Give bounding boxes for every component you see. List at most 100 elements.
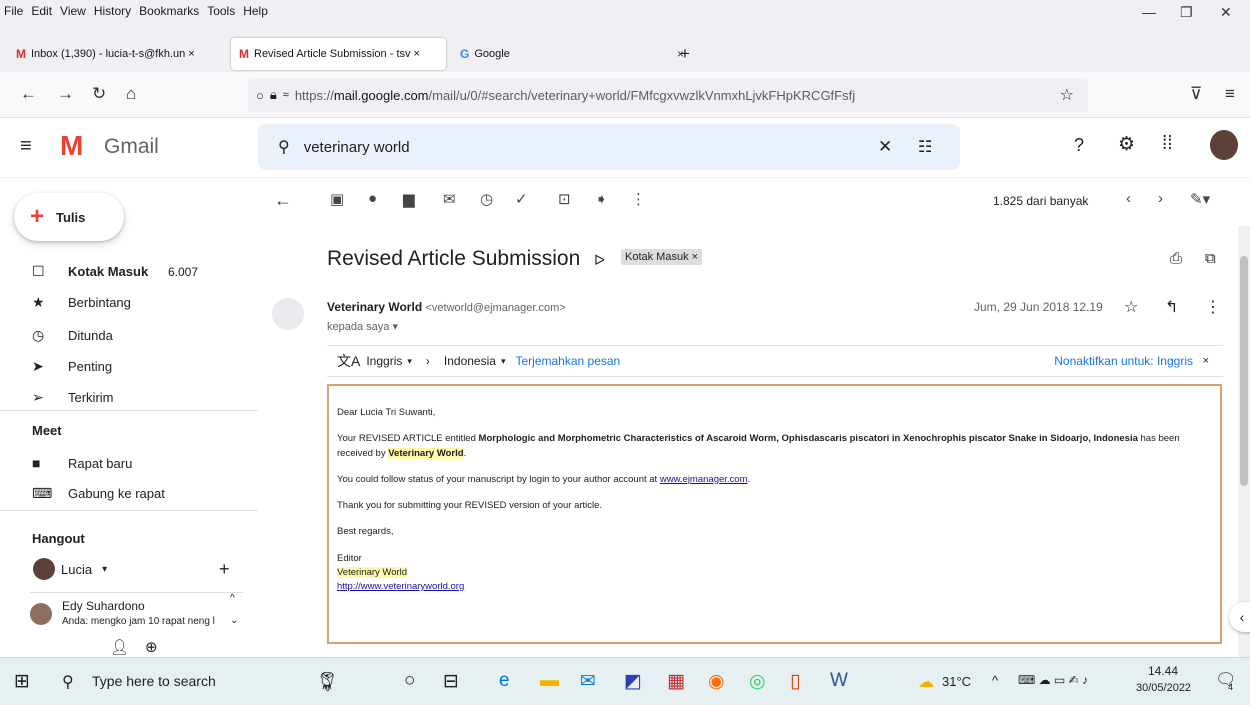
compose-button[interactable]: + Tulis [14,193,124,241]
tab-inbox[interactable]: M Inbox (1,390) - lucia-t-s@fkh.un × [8,38,228,70]
windows-start-icon[interactable]: ⊞ [14,670,30,693]
reply-icon[interactable]: ↰ [1165,297,1178,317]
tray-icons[interactable]: ⌨ ☁ ▭ ✍ ♪ [1018,673,1088,687]
app-icon[interactable]: ◩ [624,670,642,693]
help-icon[interactable]: ? [1074,135,1084,156]
mark-unread-icon[interactable]: ✉ [443,190,456,208]
search-input[interactable]: veterinary world [304,139,410,156]
recipient-line[interactable]: kepada saya ▾ [327,320,398,333]
person-icon[interactable]: 👤︎ [110,638,129,656]
archive-icon[interactable]: ▣ [330,190,344,208]
menu-help[interactable]: Help [243,4,268,18]
newer-icon[interactable]: ‹ [1126,190,1131,207]
file-explorer-icon[interactable]: ▬ [540,670,559,692]
scroll-up-icon[interactable]: ^ [230,593,235,604]
hangout-user[interactable]: Lucia ▾ + [33,558,233,580]
home-icon[interactable]: ⌂ [126,84,136,104]
search-icon[interactable]: ⚲ [62,672,74,692]
menu-file[interactable]: File [4,4,23,18]
add-task-icon[interactable]: ✓ [515,190,528,208]
menu-bookmarks[interactable]: Bookmarks [139,4,199,18]
scroll-down-icon[interactable]: ⌄ [230,615,238,626]
translate-from-select[interactable]: Inggris [366,354,402,368]
office-icon[interactable]: ▯ [790,670,800,693]
scrollbar-thumb[interactable] [1240,256,1248,486]
tray-chevron-icon[interactable]: ^ [992,673,998,688]
minimize-icon[interactable]: — [1142,4,1156,20]
clock-time[interactable]: 14.44 [1148,664,1178,678]
firefox-icon[interactable]: ◉ [708,670,725,693]
back-to-list-icon[interactable]: ← [274,190,292,211]
page-scrollbar[interactable] [1238,226,1250,657]
shield-icon[interactable]: ○ [256,88,264,103]
weather-icon[interactable]: ☁ [918,672,934,692]
add-contact-icon[interactable]: + [219,559,230,580]
sidebar-item-snoozed[interactable]: ◷ Ditunda [32,327,113,344]
signature-url-link[interactable]: http://www.veterinaryworld.org [337,581,464,592]
move-to-icon[interactable]: ⊡ [558,190,571,208]
important-marker-icon[interactable]: ᐅ [594,252,605,269]
app-icon[interactable]: ▦ [667,670,685,693]
label-icon[interactable]: ➧ [595,190,608,208]
pocket-icon[interactable]: ⊽ [1190,84,1202,104]
close-translate-icon[interactable]: × [1203,355,1209,367]
label-chip[interactable]: Kotak Masuk × [621,249,703,265]
sender-name[interactable]: Veterinary World [327,300,422,314]
star-icon[interactable]: ☆ [1124,297,1138,317]
tab-revised-article[interactable]: M Revised Article Submission - tsv × [231,38,446,70]
apps-grid-icon[interactable]: ⁞⁞ [1162,133,1173,155]
chat-list-item[interactable]: Edy Suhardono Anda: mengko jam 10 rapat … [30,592,243,638]
url-bar[interactable]: ○ 🔒︎ ≈ https:// mail.google.com /mail/u/… [248,78,1088,112]
new-tab-icon[interactable]: + [680,44,690,64]
edge-icon[interactable]: e [499,670,510,692]
lock-icon[interactable]: 🔒︎ [270,87,277,103]
mail-app-icon[interactable]: ✉ [580,670,596,693]
more-options-icon[interactable]: ⋮ [631,190,646,208]
ejmanager-link[interactable]: www.ejmanager.com [660,474,748,485]
cortana-icon[interactable]: ○ [404,670,415,692]
settings-gear-icon[interactable]: ⚙ [1118,133,1135,156]
sender-avatar[interactable] [272,298,304,330]
bookmark-star-icon[interactable]: ☆ [1060,85,1074,105]
meet-join-meeting[interactable]: ⌨ Gabung ke rapat [32,485,165,502]
print-icon[interactable]: ⎙ [1170,250,1182,267]
sidebar-item-inbox[interactable]: ☐ Kotak Masuk 6.007 [32,263,232,280]
main-menu-icon[interactable]: ≡ [20,135,32,158]
more-icon[interactable]: ⋮ [1205,297,1221,317]
app-menu-icon[interactable]: ≡ [1225,84,1235,104]
task-view-icon[interactable]: ⊟ [443,670,459,693]
search-icon[interactable]: ⚲ [278,137,290,157]
back-icon[interactable]: ← [20,84,37,104]
restore-icon[interactable]: ❐ [1180,4,1193,21]
menu-edit[interactable]: Edit [31,4,52,18]
close-window-icon[interactable]: ✕ [1220,4,1232,21]
taskbar-search-input[interactable]: Type here to search [92,673,216,689]
weather-temp[interactable]: 31°C [942,674,971,689]
reload-icon[interactable]: ↻ [92,84,106,104]
sidebar-item-sent[interactable]: ➢ Terkirim [32,389,114,406]
menu-view[interactable]: View [60,4,86,18]
chat-bubble-icon[interactable]: ⊕ [145,638,158,656]
gmail-logo-icon[interactable]: M [60,130,83,162]
input-tools-icon[interactable]: ✎▾ [1190,190,1210,208]
cortana-widget-icon[interactable]: 🌹︎ [315,670,339,694]
tab-google[interactable]: G Google × [452,38,692,70]
account-avatar[interactable] [1210,130,1238,160]
menu-history[interactable]: History [94,4,131,18]
delete-icon[interactable]: ▆ [403,190,415,208]
sidebar-item-important[interactable]: ➤ Penting [32,358,112,375]
menu-tools[interactable]: Tools [207,4,235,18]
permissions-icon[interactable]: ≈ [283,89,289,101]
translate-message-link[interactable]: Terjemahkan pesan [515,354,620,368]
forward-icon[interactable]: → [57,84,74,104]
clock-date[interactable]: 30/05/2022 [1136,682,1191,694]
translate-to-select[interactable]: Indonesia [444,354,496,368]
notification-center-icon[interactable]: 🗨︎ [1215,670,1237,690]
disable-translate-link[interactable]: Nonaktifkan untuk: Inggris [1054,354,1193,368]
search-options-icon[interactable]: ☷ [918,137,932,157]
clear-search-icon[interactable]: ✕ [878,137,892,157]
report-spam-icon[interactable]: ● [368,190,377,207]
sidebar-item-starred[interactable]: ★ Berbintang [32,294,131,311]
older-icon[interactable]: › [1158,190,1163,207]
show-side-panel-icon[interactable]: ‹ [1229,602,1250,632]
